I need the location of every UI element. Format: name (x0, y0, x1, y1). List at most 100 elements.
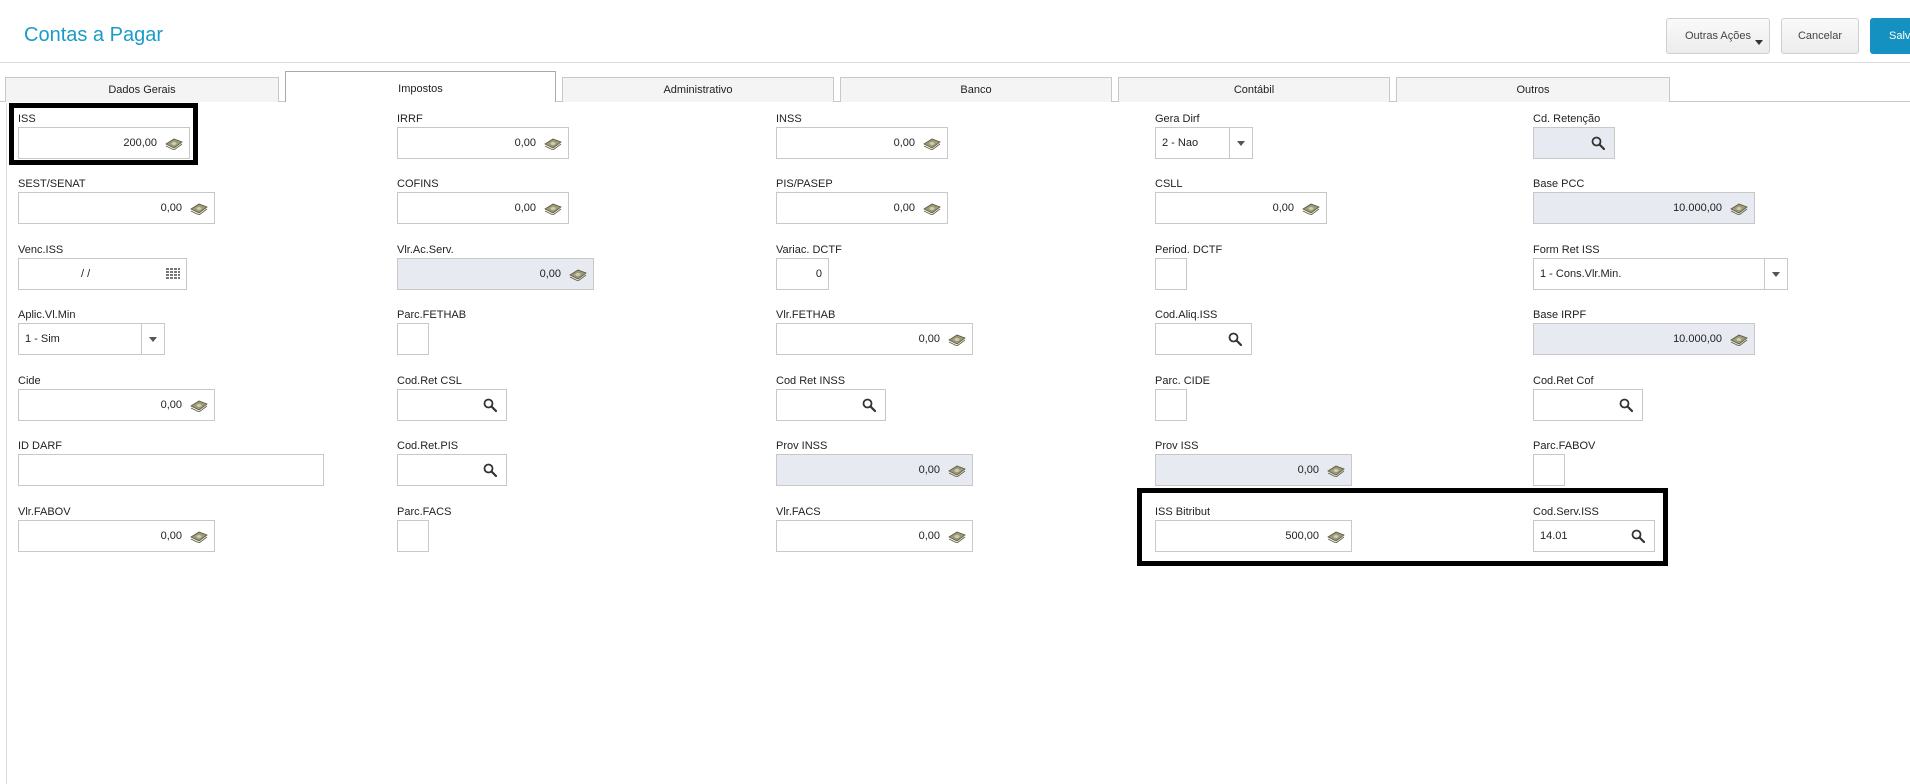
iss-input[interactable]: 200,00 (18, 127, 190, 159)
iss-bitribut-input[interactable]: 500,00 (1155, 520, 1352, 552)
irrf-input[interactable]: 0,00 (397, 127, 569, 159)
tab-administrativo[interactable]: Administrativo (562, 77, 834, 102)
base-irpf-input[interactable]: 10.000,00 (1533, 323, 1755, 355)
money-icon[interactable] (923, 138, 941, 150)
search-icon[interactable] (1619, 398, 1633, 412)
tab-outros[interactable]: Outros (1396, 77, 1670, 102)
money-icon[interactable] (948, 334, 966, 346)
prov-iss-input[interactable]: 0,00 (1155, 454, 1352, 486)
cod-ret-csl-input[interactable] (397, 389, 507, 421)
money-icon[interactable] (165, 138, 183, 150)
vlr-fethab-input[interactable]: 0,00 (776, 323, 973, 355)
csll-label: CSLL (1155, 178, 1183, 190)
period-dctf-input[interactable] (1155, 258, 1187, 290)
outras-acoes-button[interactable]: Outras Ações (1666, 18, 1770, 54)
sest-senat-input[interactable]: 0,00 (18, 192, 215, 224)
money-icon[interactable] (923, 203, 941, 215)
parc-fabov-input[interactable] (1533, 454, 1565, 486)
money-icon[interactable] (948, 465, 966, 477)
aplic-vl-min-value: 1 - Sim (25, 333, 60, 345)
money-icon[interactable] (544, 203, 562, 215)
chevron-down-icon[interactable] (141, 324, 164, 354)
money-icon[interactable] (190, 400, 208, 412)
page-title: Contas a Pagar (24, 24, 163, 46)
money-icon[interactable] (948, 531, 966, 543)
vlr-facs-label: Vlr.FACS (776, 506, 821, 518)
save-button[interactable]: Salv (1870, 18, 1910, 54)
money-icon[interactable] (190, 203, 208, 215)
iss-label: ISS (18, 113, 36, 125)
gera-dirf-select[interactable]: 2 - Nao (1155, 127, 1253, 159)
parc-fethab-input[interactable] (397, 323, 429, 355)
cancel-button[interactable]: Cancelar (1781, 18, 1859, 54)
iss-bitribut-label: ISS Bitribut (1155, 506, 1211, 518)
tab-contabil[interactable]: Contábil (1118, 77, 1390, 102)
irrf-value: 0,00 (514, 137, 536, 149)
prov-iss-label: Prov ISS (1155, 440, 1199, 452)
inss-label: INSS (776, 113, 802, 125)
id-darf-input[interactable] (18, 454, 324, 486)
venc-iss-input[interactable]: / / (18, 258, 187, 290)
base-irpf-value: 10.000,00 (1673, 333, 1722, 345)
cide-input[interactable]: 0,00 (18, 389, 215, 421)
parc-cide-label: Parc. CIDE (1155, 375, 1211, 387)
money-icon[interactable] (1327, 465, 1345, 477)
vlr-ac-serv-input[interactable]: 0,00 (397, 258, 594, 290)
money-icon[interactable] (1327, 531, 1345, 543)
money-icon[interactable] (190, 531, 208, 543)
cofins-input[interactable]: 0,00 (397, 192, 569, 224)
gera-dirf-value: 2 - Nao (1162, 137, 1199, 149)
sest-senat-value: 0,00 (160, 202, 182, 214)
gera-dirf-label: Gera Dirf (1155, 113, 1200, 125)
parc-fabov-label: Parc.FABOV (1533, 440, 1596, 452)
money-icon[interactable] (1730, 334, 1748, 346)
cd-retencao-label: Cd. Retenção (1533, 113, 1601, 125)
form-ret-iss-select[interactable]: 1 - Cons.Vlr.Min. (1533, 258, 1788, 290)
vlr-ac-serv-value: 0,00 (539, 268, 561, 280)
search-icon[interactable] (483, 398, 497, 412)
money-icon[interactable] (569, 269, 587, 281)
venc-iss-label: Venc.ISS (18, 244, 64, 256)
inss-input[interactable]: 0,00 (776, 127, 948, 159)
money-icon[interactable] (1730, 203, 1748, 215)
cod-serv-iss-input[interactable]: 14.01 (1533, 520, 1655, 552)
tab-impostos[interactable]: Impostos (285, 71, 556, 102)
cod-ret-csl-label: Cod.Ret CSL (397, 375, 462, 387)
outras-acoes-label: Outras Ações (1684, 30, 1752, 42)
search-icon[interactable] (1591, 136, 1605, 150)
csll-input[interactable]: 0,00 (1155, 192, 1327, 224)
pis-pasep-input[interactable]: 0,00 (776, 192, 948, 224)
vlr-fabov-value: 0,00 (160, 530, 182, 542)
money-icon[interactable] (544, 138, 562, 150)
parc-cide-input[interactable] (1155, 389, 1187, 421)
base-pcc-value: 10.000,00 (1673, 202, 1722, 214)
aplic-vl-min-select[interactable]: 1 - Sim (18, 323, 165, 355)
search-icon[interactable] (1228, 332, 1242, 346)
money-icon[interactable] (1302, 203, 1320, 215)
vlr-fabov-input[interactable]: 0,00 (18, 520, 215, 552)
cd-retencao-input[interactable] (1533, 127, 1615, 159)
id-darf-label: ID DARF (18, 440, 62, 452)
tab-dados-gerais[interactable]: Dados Gerais (5, 77, 279, 102)
iss-bitribut-value: 500,00 (1285, 530, 1319, 542)
irrf-label: IRRF (397, 113, 423, 125)
calendar-icon[interactable] (166, 268, 180, 280)
variac-dctf-input[interactable]: 0 (776, 258, 829, 290)
vlr-fethab-value: 0,00 (918, 333, 940, 345)
vlr-facs-input[interactable]: 0,00 (776, 520, 973, 552)
search-icon[interactable] (483, 463, 497, 477)
base-pcc-input[interactable]: 10.000,00 (1533, 192, 1755, 224)
chevron-down-icon (1755, 40, 1763, 45)
chevron-down-icon[interactable] (1229, 128, 1252, 158)
cod-aliq-iss-input[interactable] (1155, 323, 1252, 355)
search-icon[interactable] (1631, 529, 1645, 543)
parc-facs-input[interactable] (397, 520, 429, 552)
prov-inss-input[interactable]: 0,00 (776, 454, 973, 486)
tab-banco[interactable]: Banco (840, 77, 1112, 102)
cod-ret-inss-input[interactable] (776, 389, 886, 421)
cod-ret-cof-input[interactable] (1533, 389, 1643, 421)
cod-ret-pis-input[interactable] (397, 454, 507, 486)
cod-ret-cof-label: Cod.Ret Cof (1533, 375, 1594, 387)
search-icon[interactable] (862, 398, 876, 412)
chevron-down-icon[interactable] (1764, 259, 1787, 289)
